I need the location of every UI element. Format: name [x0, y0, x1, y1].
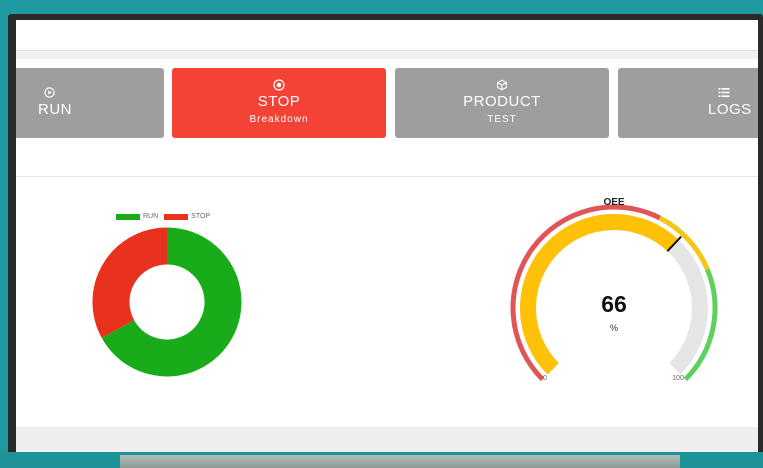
status-button-row: RUN STOP Breakdown PRODUCT TEST LOGS — [16, 59, 758, 179]
screen: RUN STOP Breakdown PRODUCT TEST LOGS RUN… — [16, 20, 758, 452]
top-bar — [16, 20, 758, 51]
bezel-top — [0, 0, 763, 14]
gauge-title: OEE — [603, 197, 624, 208]
play-circle-icon — [44, 87, 55, 101]
stop-button-label: STOP — [257, 93, 301, 110]
list-icon — [718, 87, 730, 101]
charts-panel: RUN STOP OEE 66 % 0 100 — [16, 177, 758, 427]
logs-button-label: LOGS — [708, 101, 752, 118]
gauge-value: 66 — [601, 291, 627, 317]
product-button[interactable]: PRODUCT TEST — [395, 68, 609, 138]
run-button-label: RUN — [38, 101, 72, 118]
legend-label-run: RUN — [143, 213, 159, 220]
gauge-unit: % — [610, 323, 618, 333]
stop-button[interactable]: STOP Breakdown — [172, 68, 386, 138]
gauge-max-label: 100 — [672, 375, 684, 382]
gauge-min-label: 0 — [543, 375, 547, 382]
legend-swatch-run — [116, 213, 140, 220]
legend-label-stop: STOP — [191, 213, 211, 220]
stop-circle-icon — [273, 79, 285, 93]
stop-reason: Breakdown — [249, 114, 309, 125]
bezel-glare — [120, 455, 680, 468]
legend-item-run[interactable]: RUN — [116, 213, 158, 220]
logs-button[interactable]: LOGS — [618, 68, 758, 138]
cube-icon — [496, 79, 508, 93]
run-button[interactable]: RUN — [16, 68, 164, 138]
oee-gauge: OEE 66 % 0 100 — [510, 197, 718, 382]
legend-item-stop[interactable]: STOP — [164, 213, 210, 220]
product-name: TEST — [487, 114, 517, 125]
top-band — [16, 51, 758, 59]
run-stop-donut-chart — [92, 227, 242, 377]
footer-bar — [16, 427, 758, 452]
product-button-label: PRODUCT — [463, 93, 541, 110]
donut-legend: RUN STOP — [116, 213, 210, 220]
donut-slice-stop[interactable] — [92, 227, 168, 338]
legend-swatch-stop — [164, 213, 189, 220]
